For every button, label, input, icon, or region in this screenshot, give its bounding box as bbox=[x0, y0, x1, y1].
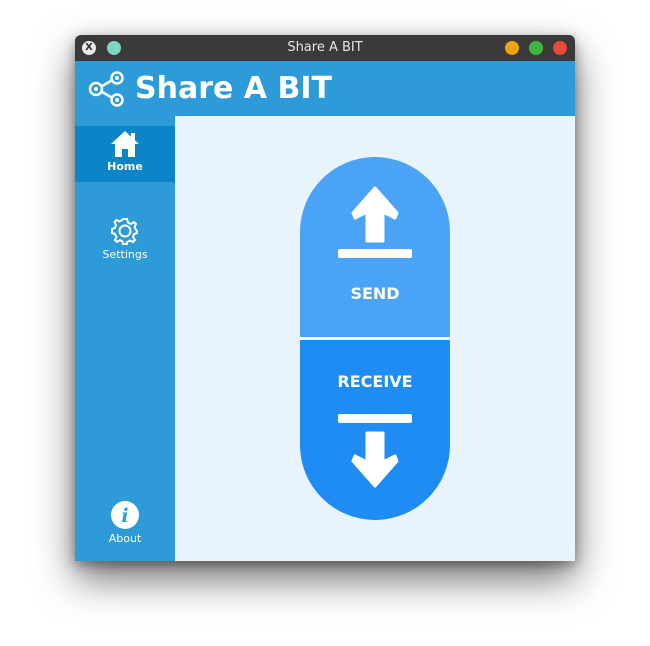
receive-button[interactable]: RECEIVE bbox=[300, 340, 450, 520]
app-header: Share A BIT bbox=[75, 61, 575, 116]
app-title: Share A BIT bbox=[135, 71, 332, 106]
title-bar: X Share A BIT bbox=[75, 35, 575, 61]
home-icon bbox=[111, 131, 139, 157]
sidebar-item-label: Home bbox=[107, 160, 143, 173]
download-arrow-icon bbox=[338, 414, 412, 488]
gear-icon bbox=[111, 218, 138, 245]
transfer-pill: SEND RECEIVE bbox=[300, 157, 450, 520]
info-icon: i bbox=[111, 501, 139, 529]
svg-text:i: i bbox=[121, 505, 128, 527]
share-nodes-icon bbox=[88, 71, 124, 107]
send-button[interactable]: SEND bbox=[300, 157, 450, 337]
app-window: X Share A BIT Share A BIT Home Settings … bbox=[75, 35, 575, 561]
receive-label: RECEIVE bbox=[337, 372, 413, 391]
window-title: Share A BIT bbox=[287, 40, 363, 55]
close-button[interactable] bbox=[553, 41, 567, 55]
sidebar-item-label: Settings bbox=[102, 248, 148, 261]
sidebar-item-about[interactable]: i About bbox=[75, 496, 175, 552]
main-panel: SEND RECEIVE bbox=[175, 116, 575, 561]
upload-arrow-icon bbox=[338, 186, 412, 258]
sidebar-item-label: About bbox=[108, 532, 142, 545]
sidebar-item-home[interactable]: Home bbox=[75, 126, 175, 182]
send-label: SEND bbox=[350, 284, 400, 303]
sidebar-item-settings[interactable]: Settings bbox=[75, 212, 175, 268]
sidebar: Home Settings i About bbox=[75, 116, 175, 561]
minimize-button[interactable] bbox=[505, 41, 519, 55]
maximize-button[interactable] bbox=[529, 41, 543, 55]
